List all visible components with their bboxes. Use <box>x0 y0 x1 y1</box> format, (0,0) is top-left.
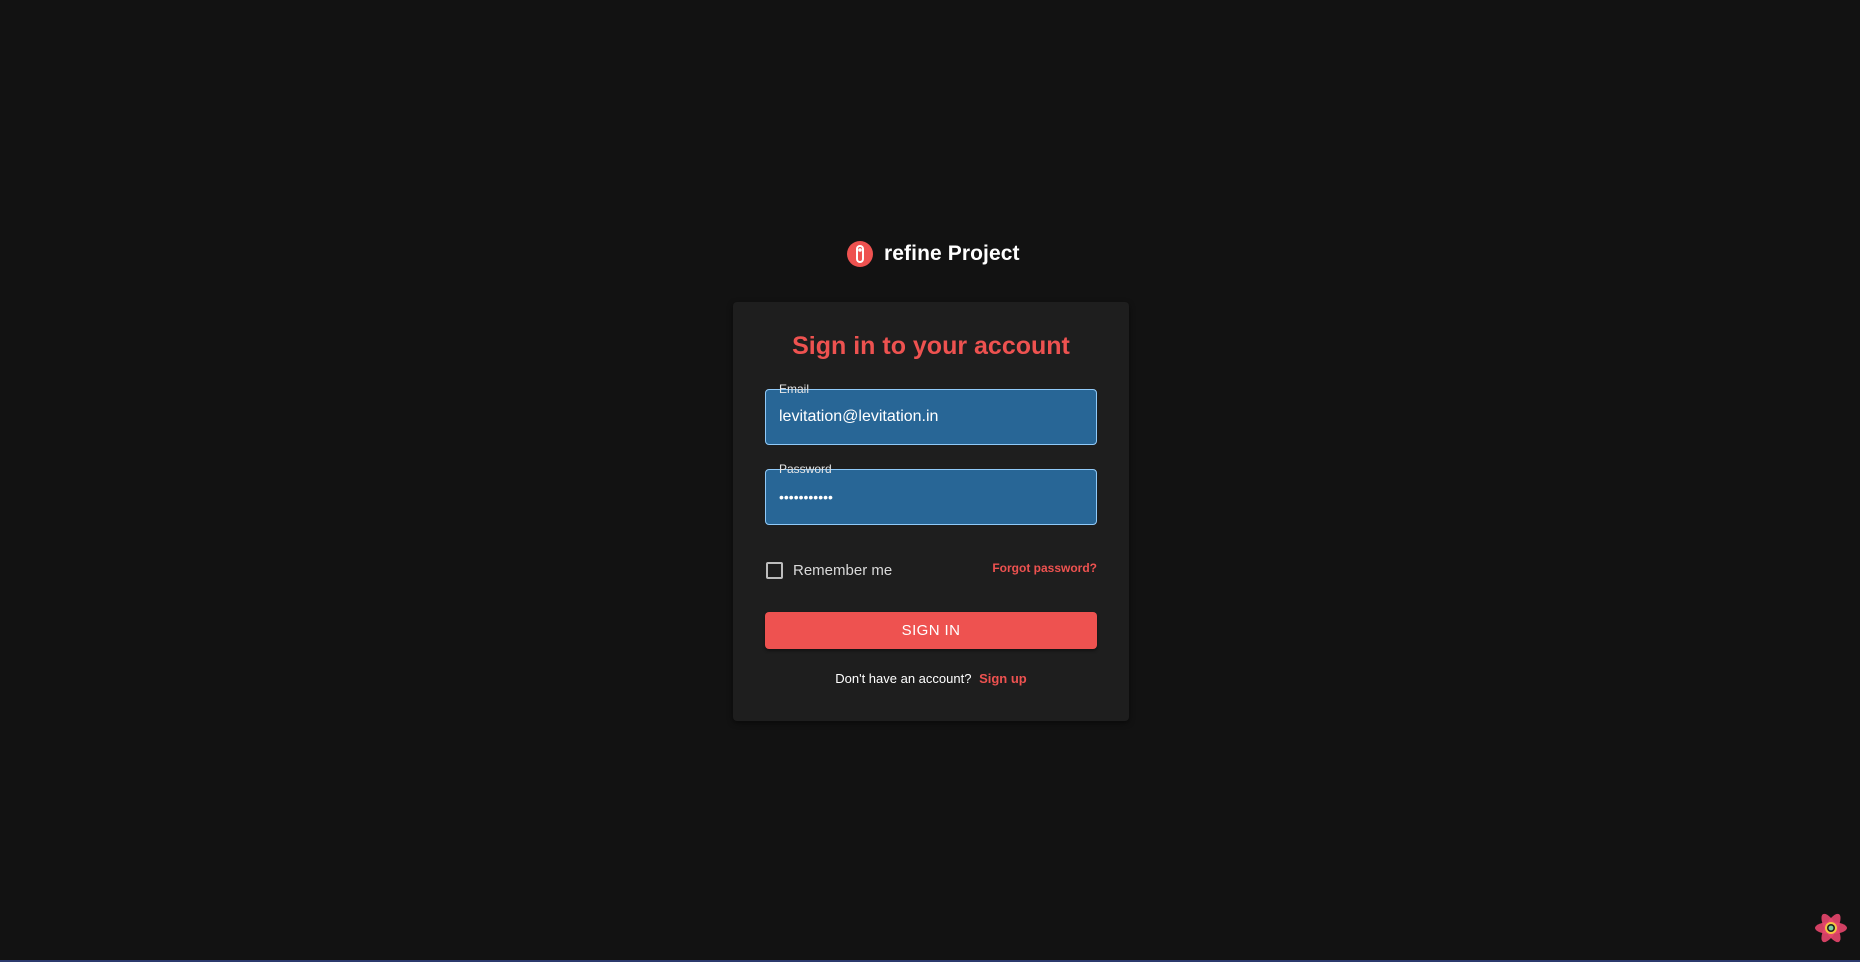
signup-prompt: Don't have an account? <box>835 671 972 686</box>
react-devtools-icon[interactable] <box>1812 909 1850 947</box>
remember-me-checkbox[interactable] <box>766 561 783 579</box>
remember-me[interactable]: Remember me <box>765 558 892 582</box>
brand-title: refine Project <box>884 242 1020 265</box>
refine-logo-icon <box>847 241 873 267</box>
remember-me-label: Remember me <box>793 561 893 579</box>
login-page: refine Project Sign in to your account E… <box>0 0 1860 962</box>
login-heading: Sign in to your account <box>792 332 1070 360</box>
password-field[interactable]: Password <box>765 462 1097 525</box>
email-input[interactable] <box>766 390 1096 444</box>
login-card: Sign in to your account Email Password R… <box>733 302 1129 721</box>
signup-row: Don't have an account? Sign up <box>733 671 1129 686</box>
sign-in-button[interactable]: SIGN IN <box>765 612 1097 649</box>
forgot-password-link[interactable]: Forgot password? <box>992 561 1097 575</box>
email-field[interactable]: Email <box>765 382 1097 445</box>
password-input[interactable] <box>766 470 1096 524</box>
sign-up-link[interactable]: Sign up <box>979 671 1027 686</box>
brand-header: refine Project <box>846 238 1020 270</box>
